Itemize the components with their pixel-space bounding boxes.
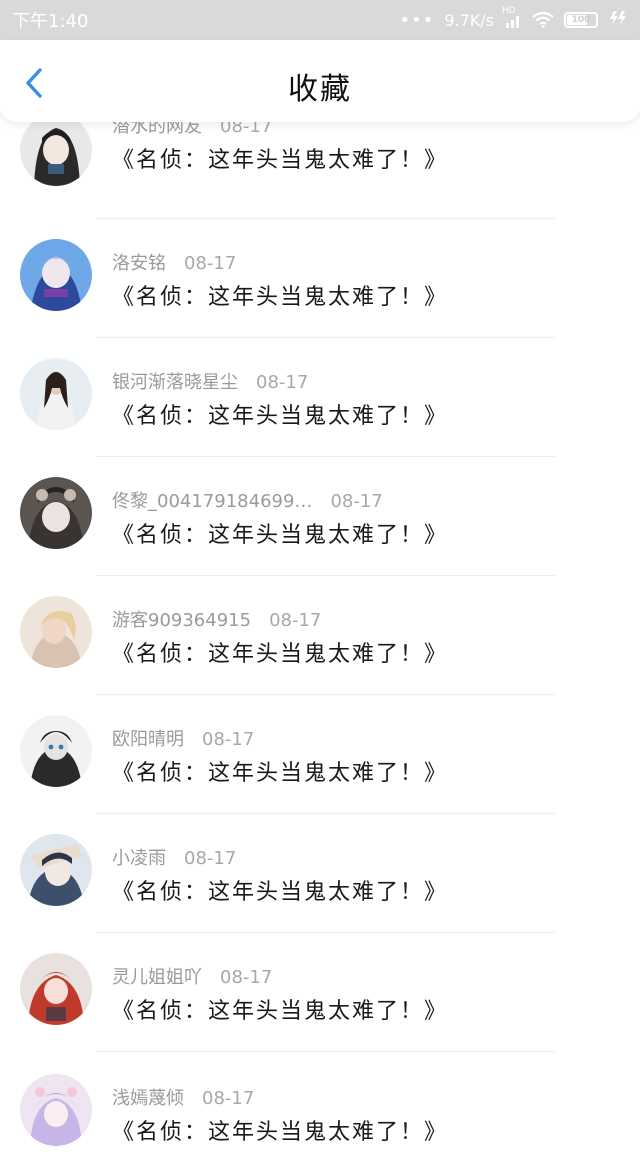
user-name: 浅嫣蔑倾 xyxy=(112,1088,184,1109)
more-dots-icon: ••• xyxy=(399,9,435,31)
item-meta: 银河渐落晓星尘 08-17 xyxy=(112,368,308,394)
avatar[interactable] xyxy=(20,834,92,906)
item-date: 08-17 xyxy=(184,848,237,869)
status-icons: ••• 9.7K/s HD 100 xyxy=(399,6,628,31)
battery-icon: 100 xyxy=(564,12,598,28)
item-meta: 佟黎_004179184699… 08-17 xyxy=(112,487,383,513)
user-name: 灵儿姐姐吖 xyxy=(112,967,202,988)
divider xyxy=(96,813,556,814)
battery-level: 100 xyxy=(571,15,591,25)
net-speed: 9.7K/s xyxy=(444,10,494,30)
item-date: 08-17 xyxy=(220,967,273,988)
charging-icon xyxy=(608,10,628,30)
item-meta: 浅嫣蔑倾 08-17 xyxy=(112,1084,254,1110)
list-item[interactable]: 银河渐落晓星尘 08-17 《名侦：这年头当鬼太难了！》 xyxy=(0,340,640,458)
item-date: 08-17 xyxy=(269,610,322,631)
list-item[interactable]: 浅嫣蔑倾 08-17 《名侦：这年头当鬼太难了！》 xyxy=(0,1054,640,1172)
list-item[interactable]: 佟黎_004179184699… 08-17 《名侦：这年头当鬼太难了！》 xyxy=(0,459,640,577)
user-name: 佟黎_004179184699… xyxy=(112,491,313,512)
book-title: 《名侦：这年头当鬼太难了！》 xyxy=(112,285,449,310)
avatar[interactable] xyxy=(20,953,92,1025)
item-meta: 洛安铭 08-17 xyxy=(112,249,236,275)
list-item[interactable]: 欧阳晴明 08-17 《名侦：这年头当鬼太难了！》 xyxy=(0,697,640,815)
book-title: 《名侦：这年头当鬼太难了！》 xyxy=(112,642,449,667)
divider xyxy=(96,694,556,695)
user-name: 洛安铭 xyxy=(112,253,166,274)
item-date: 08-17 xyxy=(330,491,383,512)
item-date: 08-17 xyxy=(202,1088,255,1109)
avatar[interactable] xyxy=(20,477,92,549)
item-date: 08-17 xyxy=(256,372,309,393)
divider xyxy=(96,575,556,576)
avatar[interactable] xyxy=(20,114,92,186)
item-date: 08-17 xyxy=(202,729,255,750)
item-meta: 欧阳晴明 08-17 xyxy=(112,725,254,751)
divider xyxy=(96,218,556,219)
avatar[interactable] xyxy=(20,239,92,311)
item-meta: 灵儿姐姐吖 08-17 xyxy=(112,963,272,989)
item-meta: 小凌雨 08-17 xyxy=(112,844,236,870)
item-meta: 游客909364915 08-17 xyxy=(112,606,321,632)
avatar[interactable] xyxy=(20,358,92,430)
network-badge: HD xyxy=(502,6,516,16)
status-time: 下午1:40 xyxy=(12,11,89,32)
user-name: 小凌雨 xyxy=(112,848,166,869)
book-title: 《名侦：这年头当鬼太难了！》 xyxy=(112,148,449,173)
avatar[interactable] xyxy=(20,596,92,668)
book-title: 《名侦：这年头当鬼太难了！》 xyxy=(112,523,449,548)
list-item[interactable]: 灵儿姐姐吖 08-17 《名侦：这年头当鬼太难了！》 xyxy=(0,935,640,1053)
cell-signal-icon: HD xyxy=(502,6,522,28)
list-item[interactable]: 游客909364915 08-17 《名侦：这年头当鬼太难了！》 xyxy=(0,578,640,696)
wifi-icon xyxy=(532,11,554,28)
avatar[interactable] xyxy=(20,715,92,787)
user-name: 游客909364915 xyxy=(112,610,252,631)
book-title: 《名侦：这年头当鬼太难了！》 xyxy=(112,880,449,905)
list-item[interactable]: 洛安铭 08-17 《名侦：这年头当鬼太难了！》 xyxy=(0,221,640,339)
user-name: 银河渐落晓星尘 xyxy=(112,372,238,393)
page-title: 收藏 xyxy=(288,72,352,107)
user-name: 欧阳晴明 xyxy=(112,729,184,750)
book-title: 《名侦：这年头当鬼太难了！》 xyxy=(112,999,449,1024)
divider xyxy=(96,337,556,338)
divider xyxy=(96,1051,556,1052)
divider xyxy=(96,456,556,457)
app-header: 收藏 xyxy=(0,40,640,122)
item-date: 08-17 xyxy=(184,253,237,274)
status-bar: 下午1:40 ••• 9.7K/s HD 100 xyxy=(0,0,640,40)
book-title: 《名侦：这年头当鬼太难了！》 xyxy=(112,404,449,429)
book-title: 《名侦：这年头当鬼太难了！》 xyxy=(112,761,449,786)
avatar[interactable] xyxy=(20,1074,92,1146)
list-item[interactable]: 小凌雨 08-17 《名侦：这年头当鬼太难了！》 xyxy=(0,816,640,934)
divider xyxy=(96,932,556,933)
book-title: 《名侦：这年头当鬼太难了！》 xyxy=(112,1120,449,1145)
